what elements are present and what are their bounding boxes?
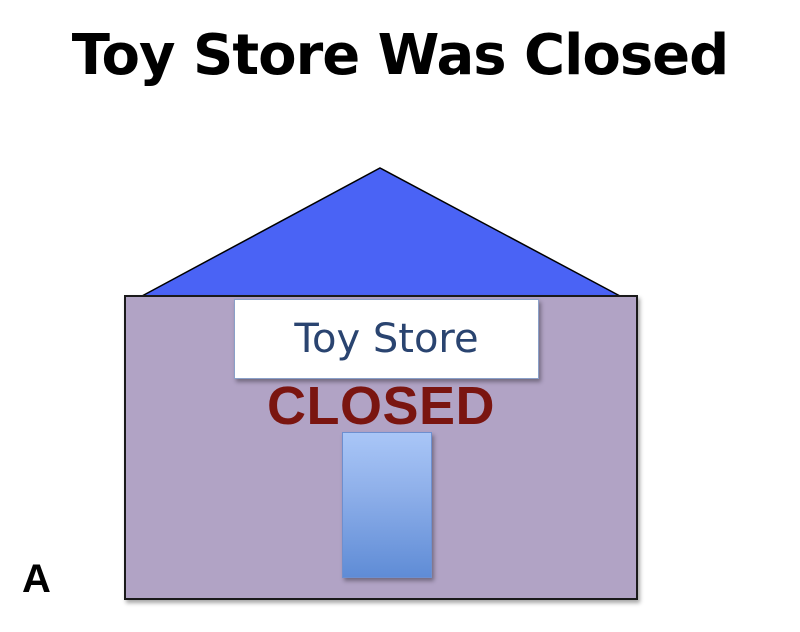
closed-status-text: CLOSED [266,376,496,436]
panel-label: A [22,557,51,601]
store-sign: Toy Store [234,299,539,379]
store-sign-text: Toy Store [294,316,479,362]
door-icon [342,432,432,578]
roof-triangle [141,167,621,297]
toy-store-illustration: Toy Store CLOSED [0,0,800,632]
